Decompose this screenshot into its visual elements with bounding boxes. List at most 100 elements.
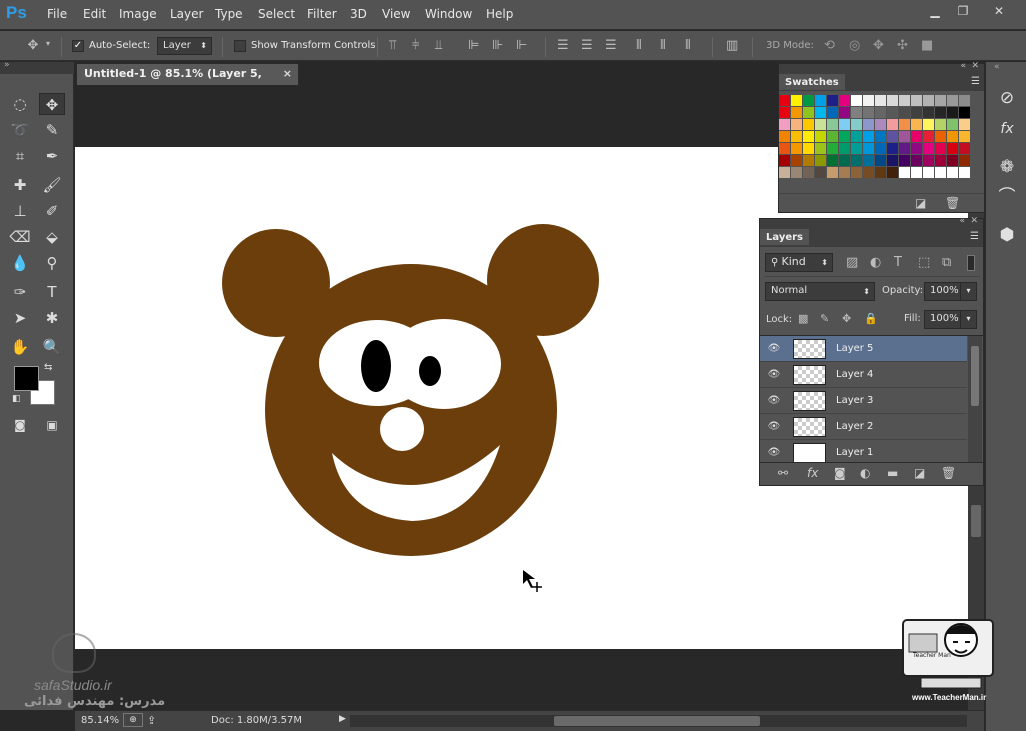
swatch[interactable] xyxy=(899,131,910,142)
swatch[interactable] xyxy=(827,119,838,130)
vertical-scroll-thumb[interactable] xyxy=(971,505,981,537)
align-hcenter-icon[interactable]: ⊪ xyxy=(492,38,503,53)
swatch[interactable] xyxy=(935,95,946,106)
align-bottom-icon[interactable]: ⫫ xyxy=(435,38,442,53)
swatch[interactable] xyxy=(959,95,970,106)
swatch[interactable] xyxy=(899,143,910,154)
collapse-icon[interactable]: » xyxy=(4,60,10,70)
tool-preset-chevron-icon[interactable]: ▾ xyxy=(46,39,50,48)
zoom-level[interactable]: 85.14% xyxy=(81,715,119,726)
swatch[interactable] xyxy=(851,155,862,166)
swatch[interactable] xyxy=(803,107,814,118)
layer-mask-icon[interactable]: ◙ xyxy=(834,466,846,480)
swatch[interactable] xyxy=(851,131,862,142)
close-icon[interactable]: ✕ xyxy=(986,4,1012,20)
layers-scroll-thumb[interactable] xyxy=(971,346,979,406)
lasso-tool-icon[interactable]: ➰ xyxy=(7,119,33,141)
status-menu-arrow-icon[interactable]: ▶ xyxy=(339,714,346,724)
share-icon[interactable]: ⊕ xyxy=(123,713,143,727)
filter-kind-dropdown[interactable]: ⚲ Kind ⬍ xyxy=(765,253,833,272)
swatch[interactable] xyxy=(815,143,826,154)
swatch[interactable] xyxy=(863,131,874,142)
color-wheel-icon[interactable]: ❁ xyxy=(992,154,1022,180)
swatch[interactable] xyxy=(791,119,802,130)
swatch[interactable] xyxy=(827,107,838,118)
swatch[interactable] xyxy=(959,131,970,142)
swatch[interactable] xyxy=(803,95,814,106)
menu-help[interactable]: Help xyxy=(486,7,513,21)
opacity-input[interactable]: 100% xyxy=(924,282,960,301)
clone-stamp-tool-icon[interactable]: ⊥ xyxy=(7,200,33,222)
distribute-vcenter-icon[interactable]: ☰ xyxy=(581,38,593,53)
3d-roll-icon[interactable]: ◎ xyxy=(849,38,860,53)
filter-shape-icon[interactable]: ⬚ xyxy=(918,255,930,270)
3d-drag-icon[interactable]: ✥ xyxy=(873,38,884,53)
swatch[interactable] xyxy=(959,107,970,118)
auto-align-icon[interactable]: ▥ xyxy=(726,38,738,53)
swatches-tab[interactable]: Swatches xyxy=(779,74,845,90)
distribute-bottom-icon[interactable]: ☰ xyxy=(605,38,617,53)
distribute-right-icon[interactable]: ⦀ xyxy=(685,38,691,53)
swatch[interactable] xyxy=(959,155,970,166)
align-top-icon[interactable]: ⫪ xyxy=(389,38,396,53)
swatch[interactable] xyxy=(863,143,874,154)
swatch[interactable] xyxy=(935,119,946,130)
swatch[interactable] xyxy=(947,131,958,142)
swatch[interactable] xyxy=(947,95,958,106)
paint-bucket-tool-icon[interactable]: ⬙ xyxy=(39,226,65,248)
collapse-icon[interactable]: « xyxy=(959,216,965,226)
brush-tool-icon[interactable]: 🖌 xyxy=(39,174,65,196)
swatch[interactable] xyxy=(863,119,874,130)
screen-mode-icon[interactable]: ▣ xyxy=(39,414,65,436)
swatch[interactable] xyxy=(935,143,946,154)
swatch[interactable] xyxy=(851,167,862,178)
align-vcenter-icon[interactable]: ⫩ xyxy=(412,38,419,53)
blur-tool-icon[interactable]: 💧 xyxy=(7,252,33,274)
swatch[interactable] xyxy=(887,95,898,106)
swatch[interactable] xyxy=(815,155,826,166)
swatch[interactable] xyxy=(947,107,958,118)
swatch[interactable] xyxy=(839,167,850,178)
close-panel-icon[interactable]: ✕ xyxy=(970,216,978,226)
lock-image-icon[interactable]: ✎ xyxy=(820,312,829,325)
swatch[interactable] xyxy=(887,155,898,166)
link-layers-icon[interactable]: ⚯ xyxy=(778,466,788,480)
navigator-icon[interactable]: ⊘ xyxy=(992,85,1022,111)
crop-tool-icon[interactable]: ⌗ xyxy=(7,145,33,167)
filter-type-icon[interactable]: T xyxy=(894,255,902,270)
swatch[interactable] xyxy=(803,119,814,130)
swap-colors-icon[interactable]: ⇆ xyxy=(44,362,52,373)
swatch[interactable] xyxy=(947,167,958,178)
eraser-tool-icon[interactable]: ⌫ xyxy=(7,226,33,248)
lock-transparent-icon[interactable]: ▩ xyxy=(798,312,808,325)
visibility-eye-icon[interactable]: 👁 xyxy=(767,394,781,408)
new-swatch-icon[interactable]: ◪ xyxy=(915,196,926,210)
layers-tab[interactable]: Layers xyxy=(760,229,809,245)
menu-select[interactable]: Select xyxy=(258,7,295,21)
swatch[interactable] xyxy=(827,131,838,142)
swatch[interactable] xyxy=(791,95,802,106)
visibility-eye-icon[interactable]: 👁 xyxy=(767,368,781,382)
distribute-hcenter-icon[interactable]: ⦀ xyxy=(660,38,666,53)
swatch[interactable] xyxy=(863,95,874,106)
blend-mode-dropdown[interactable]: Normal ⬍ xyxy=(765,282,875,301)
foreground-color-swatch[interactable] xyxy=(14,366,39,391)
swatch[interactable] xyxy=(779,119,790,130)
custom-shape-tool-icon[interactable]: ✱ xyxy=(39,307,65,329)
swatch[interactable] xyxy=(911,155,922,166)
paths-icon[interactable]: ⌒ xyxy=(992,184,1022,210)
swatch[interactable] xyxy=(935,131,946,142)
swatch[interactable] xyxy=(779,95,790,106)
default-colors-icon[interactable]: ◧ xyxy=(12,394,21,404)
swatch[interactable] xyxy=(803,143,814,154)
fill-chevron-icon[interactable]: ▾ xyxy=(960,310,977,329)
layer-row[interactable]: 👁 Layer 1 xyxy=(760,440,967,462)
tab-close-icon[interactable]: × xyxy=(283,64,292,84)
quick-select-tool-icon[interactable]: ✎ xyxy=(39,119,65,141)
filter-toggle[interactable] xyxy=(967,255,975,271)
swatch[interactable] xyxy=(839,95,850,106)
menu-window[interactable]: Window xyxy=(425,7,472,21)
dodge-tool-icon[interactable]: ⚲ xyxy=(39,252,65,274)
show-transform-checkbox[interactable] xyxy=(234,40,246,52)
auto-select-checkbox[interactable]: ✓ xyxy=(72,40,84,52)
